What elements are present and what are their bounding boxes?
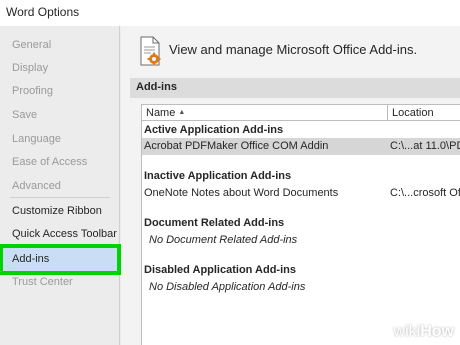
- panel-header-text: View and manage Microsoft Office Add-ins…: [169, 42, 418, 57]
- sidebar-divider: [10, 245, 110, 246]
- table-row-empty: No Disabled Application Add-ins: [142, 279, 460, 296]
- row-empty-text: No Disabled Application Add-ins: [149, 281, 306, 293]
- row-name: OneNote Notes about Word Documents: [144, 187, 339, 199]
- group-title-active: Active Application Add-ins: [144, 124, 284, 136]
- sidebar-item-language[interactable]: Language: [3, 128, 117, 151]
- group-title-document: Document Related Add-ins: [144, 217, 285, 229]
- row-empty-text: No Document Related Add-ins: [149, 234, 298, 246]
- column-header-name[interactable]: Name ▲: [142, 105, 388, 121]
- sidebar-item-ease-of-access[interactable]: Ease of Access: [3, 151, 117, 174]
- sort-ascending-icon: ▲: [178, 109, 186, 116]
- section-title: Add-ins: [130, 78, 460, 98]
- group-title-disabled: Disabled Application Add-ins: [144, 264, 296, 276]
- table-row-empty: No Document Related Add-ins: [142, 232, 460, 249]
- row-location: C:\...crosoft Offi: [390, 187, 460, 199]
- sidebar-item-customize-ribbon[interactable]: Customize Ribbon: [3, 200, 117, 223]
- sidebar-item-advanced[interactable]: Advanced: [3, 175, 117, 198]
- title-bar: Word Options: [0, 0, 460, 26]
- add-ins-table: Name ▲ Location Active Application Add-in…: [141, 104, 460, 345]
- table-row[interactable]: Acrobat PDFMaker Office COM Addin C:\...…: [142, 138, 460, 155]
- word-options-window: Word Options General Display Proofing Sa…: [0, 0, 460, 345]
- watermark-suffix: How: [420, 323, 454, 340]
- row-name: Acrobat PDFMaker Office COM Addin: [144, 140, 329, 152]
- sidebar-item-display[interactable]: Display: [3, 57, 117, 80]
- watermark-prefix: wiki: [393, 323, 421, 340]
- group-title-inactive: Inactive Application Add-ins: [144, 170, 292, 182]
- column-header-location[interactable]: Location: [388, 105, 460, 121]
- sidebar-item-add-ins[interactable]: Add-ins: [0, 244, 121, 275]
- sidebar-item-save[interactable]: Save: [3, 104, 117, 127]
- document-gear-icon: [140, 36, 161, 66]
- window-title: Word Options: [6, 5, 80, 19]
- sidebar-item-quick-access-toolbar[interactable]: Quick Access Toolbar: [3, 223, 117, 246]
- sidebar-item-general[interactable]: General: [3, 34, 117, 57]
- add-ins-panel: View and manage Microsoft Office Add-ins…: [121, 26, 460, 345]
- wikihow-watermark: wikiHow: [394, 323, 454, 341]
- sidebar-item-trust-center[interactable]: Trust Center: [3, 271, 117, 294]
- column-header-name-label: Name: [146, 107, 176, 119]
- sidebar-item-proofing[interactable]: Proofing: [3, 80, 117, 103]
- row-location: C:\...at 11.0\PDF: [390, 140, 460, 152]
- table-row[interactable]: OneNote Notes about Word Documents C:\..…: [142, 185, 460, 202]
- options-sidebar: General Display Proofing Save Language E…: [0, 26, 121, 345]
- sidebar-divider: [10, 197, 110, 198]
